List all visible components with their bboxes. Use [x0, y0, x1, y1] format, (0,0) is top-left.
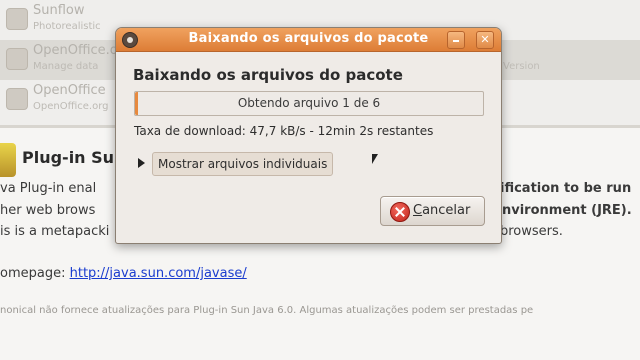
java-package-icon: [0, 143, 16, 177]
dialog-heading: Baixando os arquivos do pacote: [133, 66, 403, 84]
download-progress-bar: Obtendo arquivo 1 de 6: [134, 91, 484, 116]
package-name: Sunflow: [33, 3, 85, 18]
dialog-titlebar[interactable]: Baixando os arquivos do pacote ✕: [116, 28, 501, 52]
detail-text-line3: is is a metapacki: [0, 224, 110, 239]
package-description: OpenOffice.org: [33, 101, 109, 112]
homepage-link[interactable]: http://java.sun.com/javase/: [70, 266, 247, 281]
cancel-mnemonic: C: [413, 203, 423, 218]
expander-arrow-icon[interactable]: [138, 158, 145, 168]
package-icon: [6, 48, 28, 70]
package-detail-title: Plug-in Sun: [22, 148, 126, 167]
close-button[interactable]: ✕: [476, 31, 494, 49]
homepage-label-text: omepage:: [0, 266, 66, 281]
show-individual-files-expander[interactable]: Mostrar arquivos individuais: [152, 152, 334, 176]
package-icon: [6, 88, 28, 110]
progress-text: Obtendo arquivo 1 de 6: [237, 96, 381, 110]
package-name: OpenOffice: [33, 83, 106, 98]
download-rate-text: Taxa de download: 47,7 kB/s - 12min 2s r…: [134, 124, 434, 138]
detail-text-line2: her web brows: [0, 203, 96, 218]
package-icon: [6, 8, 28, 30]
detail-text-line1-right: ification to be run: [500, 181, 632, 196]
cancel-button-label: Cancelar: [413, 203, 470, 218]
minimize-button[interactable]: [447, 31, 465, 49]
support-footnote: nonical não fornece atualizações para Pl…: [0, 305, 534, 316]
package-description: Photorealistic: [33, 21, 101, 32]
package-version: Version: [503, 61, 540, 72]
package-description: Manage data: [33, 61, 99, 72]
homepage-label: omepage: http://java.sun.com/javase/: [0, 266, 247, 281]
detail-text-line1: va Plug-in enal: [0, 181, 97, 196]
dialog-title: Baixando os arquivos do pacote: [188, 31, 429, 46]
cancel-label-rest: ancelar: [422, 203, 471, 218]
cancel-button[interactable]: Cancelar: [380, 196, 485, 226]
download-dialog: Baixando os arquivos do pacote ✕ Baixand…: [115, 27, 502, 244]
detail-text-line3-right: browsers.: [500, 224, 563, 239]
cancel-icon: [390, 202, 410, 222]
detail-text-line2-right: nvironment (JRE).: [502, 203, 632, 218]
mouse-cursor-icon: [372, 154, 378, 164]
